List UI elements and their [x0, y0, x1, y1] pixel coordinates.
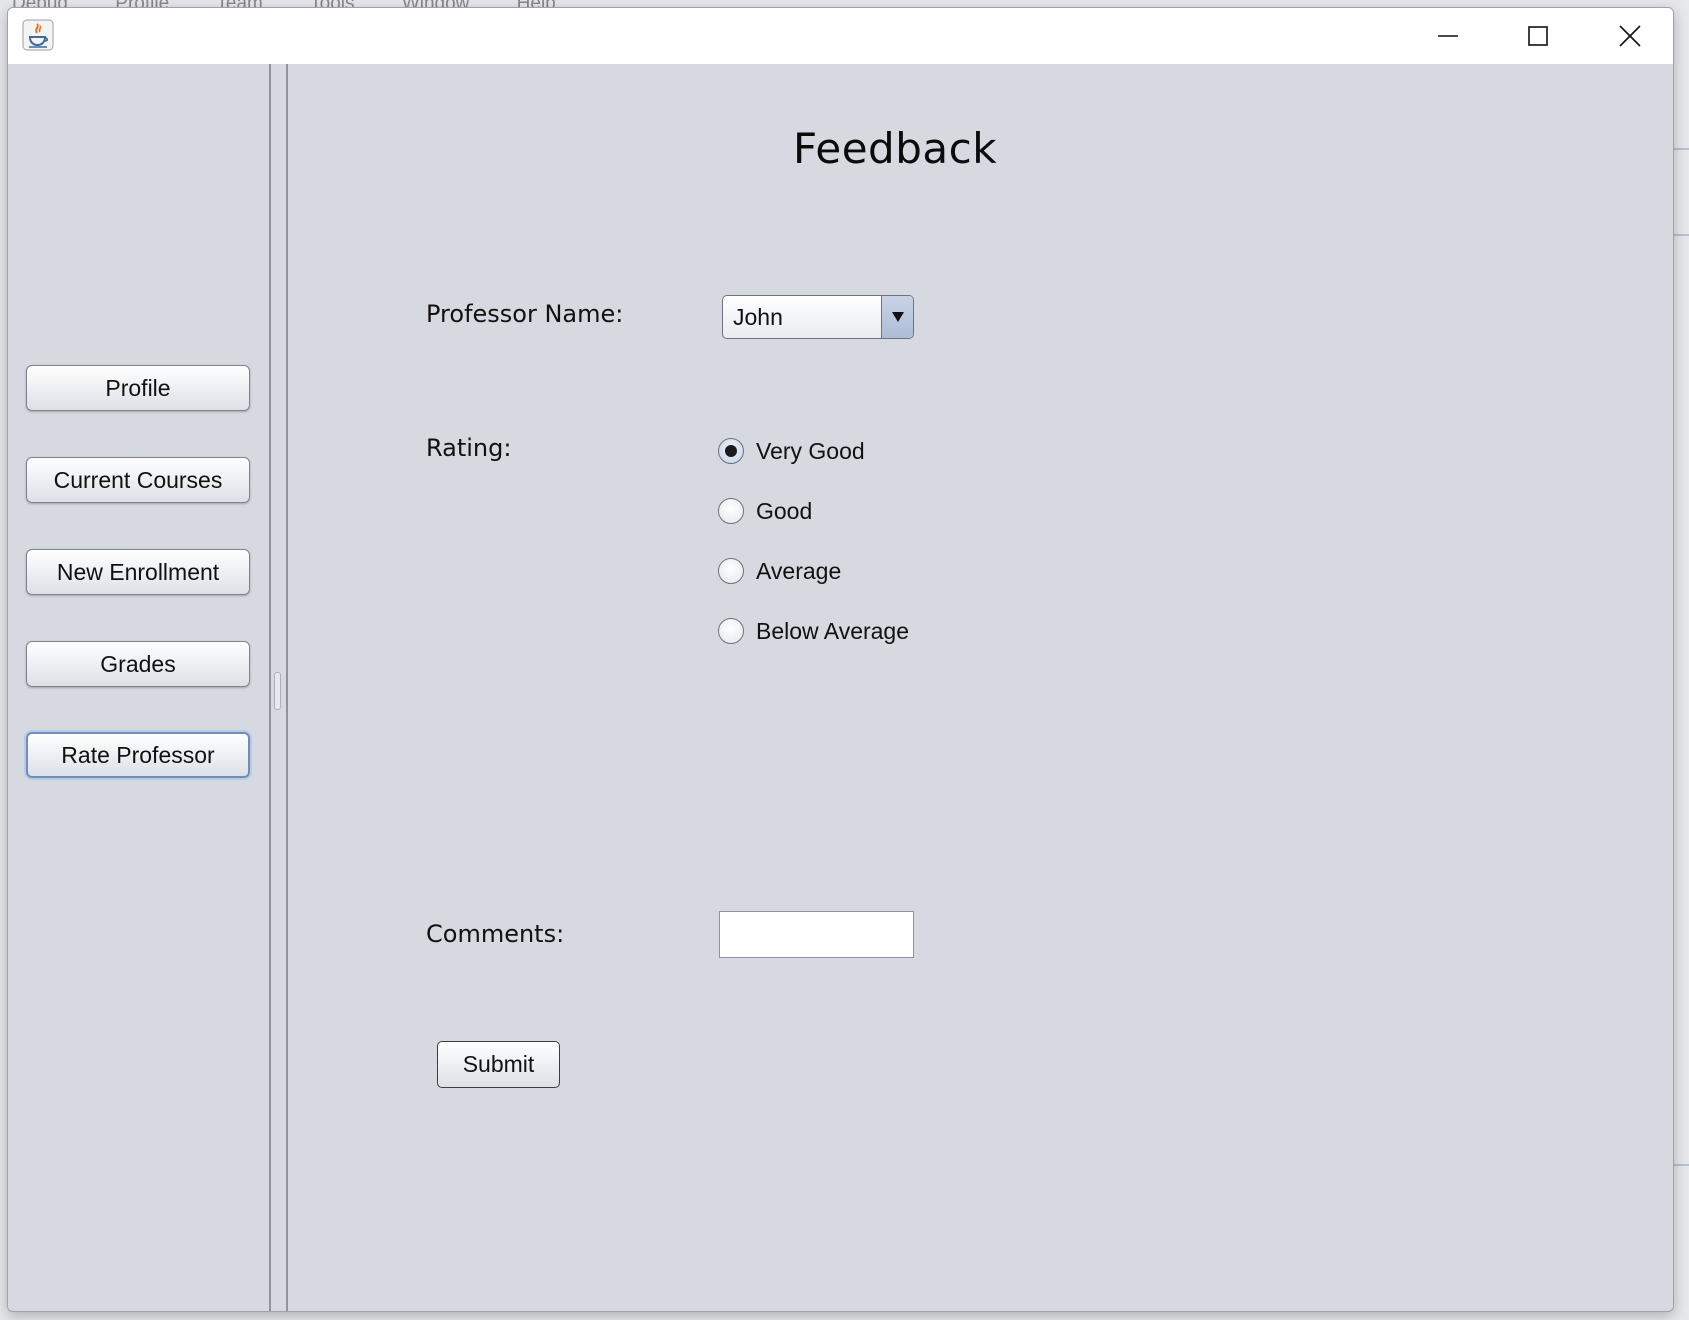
close-button[interactable]: [1584, 8, 1673, 64]
new-enrollment-button[interactable]: New Enrollment: [26, 549, 250, 595]
backdrop-divider: [1674, 1164, 1689, 1166]
rating-option-below-average[interactable]: Below Average: [718, 615, 909, 647]
dropdown-button[interactable]: [881, 296, 913, 338]
rating-option-label: Below Average: [756, 617, 910, 644]
rating-option-label: Good: [756, 497, 813, 524]
professor-select[interactable]: John: [722, 295, 914, 339]
rating-option-label: Very Good: [756, 437, 865, 464]
split-pane-divider: [269, 64, 271, 1311]
professor-select-value: John: [733, 303, 783, 330]
split-pane-divider: [286, 64, 288, 1311]
split-pane-handle[interactable]: [274, 672, 281, 710]
app-window: Profile Current Courses New Enrollment G…: [7, 7, 1674, 1312]
title-bar[interactable]: [8, 8, 1673, 64]
rating-option-good[interactable]: Good: [718, 495, 812, 527]
page-title: Feedback: [793, 124, 998, 173]
submit-button[interactable]: Submit: [437, 1041, 560, 1088]
rate-professor-button[interactable]: Rate Professor: [26, 732, 250, 778]
java-icon[interactable]: [22, 19, 54, 51]
minimize-button[interactable]: [1402, 8, 1494, 64]
maximize-button[interactable]: [1492, 8, 1584, 64]
rating-label: Rating:: [426, 434, 512, 462]
backdrop-divider: [1674, 234, 1689, 236]
chevron-down-icon: [891, 312, 904, 322]
radio-checked-icon[interactable]: [718, 438, 744, 464]
radio-unchecked-icon[interactable]: [718, 558, 744, 584]
radio-unchecked-icon[interactable]: [718, 498, 744, 524]
rating-option-average[interactable]: Average: [718, 555, 841, 587]
grades-button[interactable]: Grades: [26, 641, 250, 687]
backdrop-divider: [1674, 148, 1689, 150]
comments-label: Comments:: [426, 920, 565, 948]
rating-option-label: Average: [756, 557, 842, 584]
rating-option-very-good[interactable]: Very Good: [718, 435, 865, 467]
close-icon: [1619, 25, 1641, 47]
maximize-icon: [1528, 26, 1548, 46]
radio-unchecked-icon[interactable]: [718, 618, 744, 644]
comments-field[interactable]: [719, 911, 914, 958]
profile-button[interactable]: Profile: [26, 365, 250, 411]
minimize-icon: [1438, 35, 1458, 37]
professor-name-label: Professor Name:: [426, 300, 624, 328]
sidebar: Profile Current Courses New Enrollment G…: [8, 64, 269, 1311]
current-courses-button[interactable]: Current Courses: [26, 457, 250, 503]
